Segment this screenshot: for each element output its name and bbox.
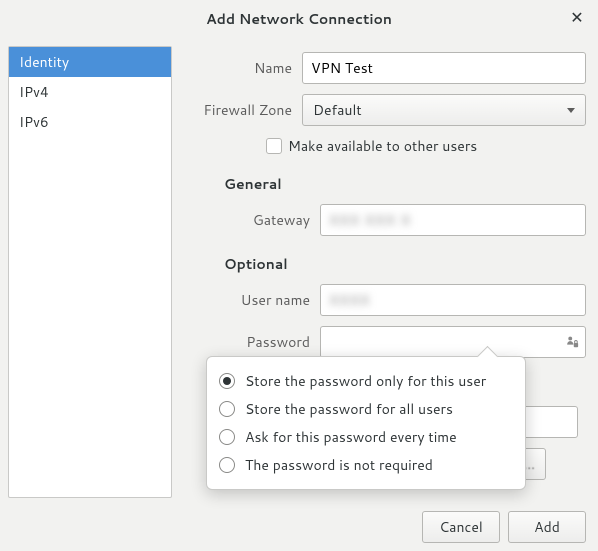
section-general: General [224, 174, 586, 194]
sidebar-item-ipv4[interactable]: IPv4 [9, 77, 171, 107]
radio-label: Store the password for all users [245, 399, 453, 419]
radio-label: The password is not required [245, 455, 433, 475]
radio-icon [219, 401, 235, 417]
password-input[interactable] [320, 326, 586, 358]
username-input[interactable]: XXXX [320, 284, 586, 316]
button-label: Add [534, 517, 560, 537]
firewall-zone-select[interactable]: Default [302, 94, 586, 126]
sidebar-item-label: IPv4 [19, 82, 49, 102]
row-name: Name [182, 52, 586, 84]
password-storage-icon[interactable] [564, 334, 580, 350]
titlebar: Add Network Connection ✕ [0, 0, 598, 38]
radio-option-not-required[interactable]: The password is not required [219, 451, 513, 479]
sidebar-item-label: IPv6 [19, 112, 49, 132]
sidebar: Identity IPv4 IPv6 [8, 46, 172, 498]
name-label: Name [182, 58, 302, 78]
sidebar-item-label: Identity [19, 52, 69, 72]
close-icon[interactable]: ✕ [568, 8, 586, 26]
gateway-redacted-value: XXX XXX X [329, 210, 411, 230]
footer-buttons: Cancel Add [422, 511, 586, 543]
radio-icon [219, 429, 235, 445]
sidebar-item-ipv6[interactable]: IPv6 [9, 107, 171, 137]
share-label: Make available to other users [288, 136, 477, 156]
button-label: Cancel [439, 517, 483, 537]
cancel-button[interactable]: Cancel [422, 511, 500, 543]
username-label: User name [182, 290, 320, 310]
row-username: User name XXXX [182, 284, 586, 316]
section-optional: Optional [224, 254, 586, 274]
firewall-zone-value: Default [313, 100, 362, 120]
firewall-label: Firewall Zone [182, 100, 302, 120]
radio-option-ask[interactable]: Ask for this password every time [219, 423, 513, 451]
gateway-input[interactable]: XXX XXX X [320, 204, 586, 236]
row-password: Password [182, 326, 586, 358]
share-checkbox[interactable] [266, 138, 282, 154]
row-share: Make available to other users [266, 136, 586, 156]
password-storage-popover: Store the password only for this user St… [206, 356, 526, 490]
radio-icon [219, 373, 235, 389]
radio-label: Ask for this password every time [245, 427, 457, 447]
name-input[interactable] [302, 52, 586, 84]
gateway-label: Gateway [182, 210, 320, 230]
add-button[interactable]: Add [508, 511, 586, 543]
window-title: Add Network Connection [206, 9, 392, 29]
username-redacted-value: XXXX [329, 290, 370, 310]
row-gateway: Gateway XXX XXX X [182, 204, 586, 236]
radio-label: Store the password only for this user [245, 371, 486, 391]
chevron-down-icon [567, 108, 575, 113]
radio-option-store-all[interactable]: Store the password for all users [219, 395, 513, 423]
password-label: Password [182, 332, 320, 352]
row-firewall: Firewall Zone Default [182, 94, 586, 126]
sidebar-item-identity[interactable]: Identity [9, 47, 171, 77]
radio-icon [219, 457, 235, 473]
radio-option-store-user[interactable]: Store the password only for this user [219, 367, 513, 395]
